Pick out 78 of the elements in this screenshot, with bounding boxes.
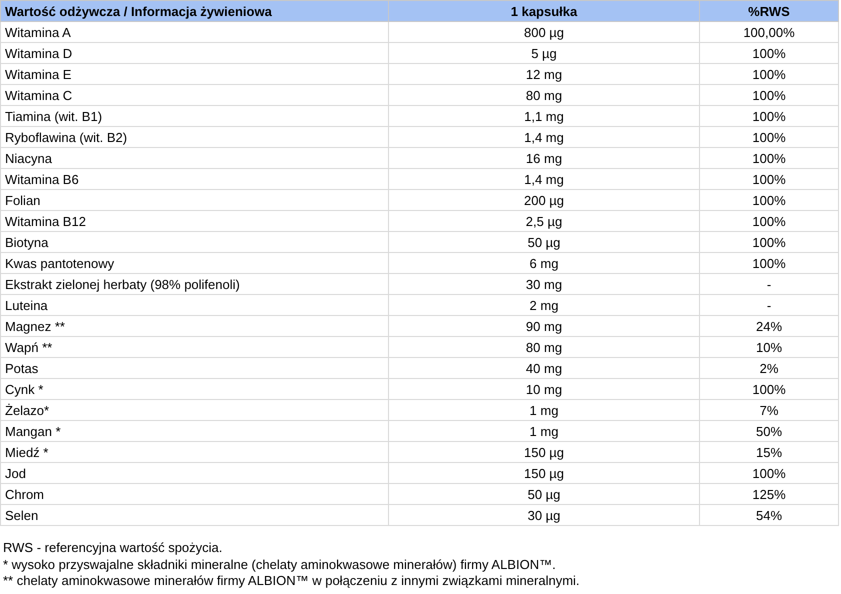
table-cell: 1,4 mg: [388, 126, 700, 148]
table-cell: Potas: [0, 358, 388, 378]
table-cell: 100%: [700, 84, 838, 106]
table-cell: 100,00%: [700, 22, 838, 42]
table-cell: 7%: [700, 400, 838, 420]
table-cell: 100%: [700, 252, 838, 274]
table-cell: 54%: [700, 504, 838, 526]
table-cell: 1,1 mg: [388, 106, 700, 126]
table-cell: 90 mg: [388, 316, 700, 336]
table-cell: Ekstrakt zielonej herbaty (98% polifenoli): [0, 274, 388, 294]
table-cell: 15%: [700, 442, 838, 462]
column-header: 1 kapsułka: [388, 0, 700, 22]
table-cell: 80 mg: [388, 84, 700, 106]
table-cell: 100%: [700, 190, 838, 210]
table-cell: 6 mg: [388, 252, 700, 274]
table-cell: 1 mg: [388, 420, 700, 442]
table-cell: 50 µg: [388, 484, 700, 504]
table-cell: 40 mg: [388, 358, 700, 378]
footnote: ** chelaty aminokwasowe minerałów firmy ALBION™ w połączeniu z innymi związkami mineralnymi.: [3, 573, 581, 590]
table-cell: Witamina B12: [0, 210, 388, 232]
table-cell: 1,4 mg: [388, 168, 700, 190]
table-cell: 100%: [700, 42, 838, 64]
table-cell: 50 µg: [388, 232, 700, 252]
column-header: %RWS: [700, 0, 838, 22]
table-cell: 30 mg: [388, 274, 700, 294]
table-cell: 125%: [700, 484, 838, 504]
table-cell: 100%: [700, 148, 838, 168]
table-cell: 100%: [700, 462, 838, 484]
table-cell: Biotyna: [0, 232, 388, 252]
table-cell: 1 mg: [388, 400, 700, 420]
table-cell: Witamina B6: [0, 168, 388, 190]
table-cell: -: [700, 294, 838, 316]
table-cell: 100%: [700, 378, 838, 400]
table-cell: 800 µg: [388, 22, 700, 42]
table-cell: Wapń **: [0, 336, 388, 358]
table-cell: Niacyna: [0, 148, 388, 168]
table-cell: 5 µg: [388, 42, 700, 64]
table-cell: Witamina A: [0, 22, 388, 42]
table-cell: 2,5 µg: [388, 210, 700, 232]
table-cell: Folian: [0, 190, 388, 210]
table-cell: Żelazo*: [0, 400, 388, 420]
table-cell: 2%: [700, 358, 838, 378]
table-cell: 150 µg: [388, 462, 700, 484]
table-cell: 10%: [700, 336, 838, 358]
table-cell: 100%: [700, 232, 838, 252]
table-cell: 150 µg: [388, 442, 700, 462]
table-cell: 100%: [700, 210, 838, 232]
table-cell: 12 mg: [388, 64, 700, 84]
table-cell: Kwas pantotenowy: [0, 252, 388, 274]
table-cell: -: [700, 274, 838, 294]
table-cell: 10 mg: [388, 378, 700, 400]
footnote: RWS - referencyjna wartość spożycia.: [3, 540, 224, 556]
table-cell: Tiamina (wit. B1): [0, 106, 388, 126]
table-cell: Witamina E: [0, 64, 388, 84]
footnote: * wysoko przyswajalne składniki mineralne (chelaty aminokwasowe minerałów) firmy ALBION™.: [3, 556, 557, 573]
table-cell: Luteina: [0, 294, 388, 316]
table-cell: 200 µg: [388, 190, 700, 210]
table-cell: 30 µg: [388, 504, 700, 526]
table-cell: 100%: [700, 126, 838, 148]
table-cell: 16 mg: [388, 148, 700, 168]
table-cell: Miedź *: [0, 442, 388, 462]
table-cell: Jod: [0, 462, 388, 484]
table-cell: Ryboflawina (wit. B2): [0, 126, 388, 148]
table-cell: 100%: [700, 106, 838, 126]
table-cell: 80 mg: [388, 336, 700, 358]
table-cell: 2 mg: [388, 294, 700, 316]
table-cell: 100%: [700, 64, 838, 84]
table-cell: Witamina D: [0, 42, 388, 64]
table-cell: 100%: [700, 168, 838, 190]
table-cell: 50%: [700, 420, 838, 442]
table-cell: Mangan *: [0, 420, 388, 442]
table-cell: Cynk *: [0, 378, 388, 400]
table-cell: Chrom: [0, 484, 388, 504]
table-cell: Witamina C: [0, 84, 388, 106]
table-cell: Selen: [0, 504, 388, 526]
column-header: Wartość odżywcza / Informacja żywieniowa: [0, 0, 388, 22]
table-cell: Magnez **: [0, 316, 388, 336]
table-cell: 24%: [700, 316, 838, 336]
